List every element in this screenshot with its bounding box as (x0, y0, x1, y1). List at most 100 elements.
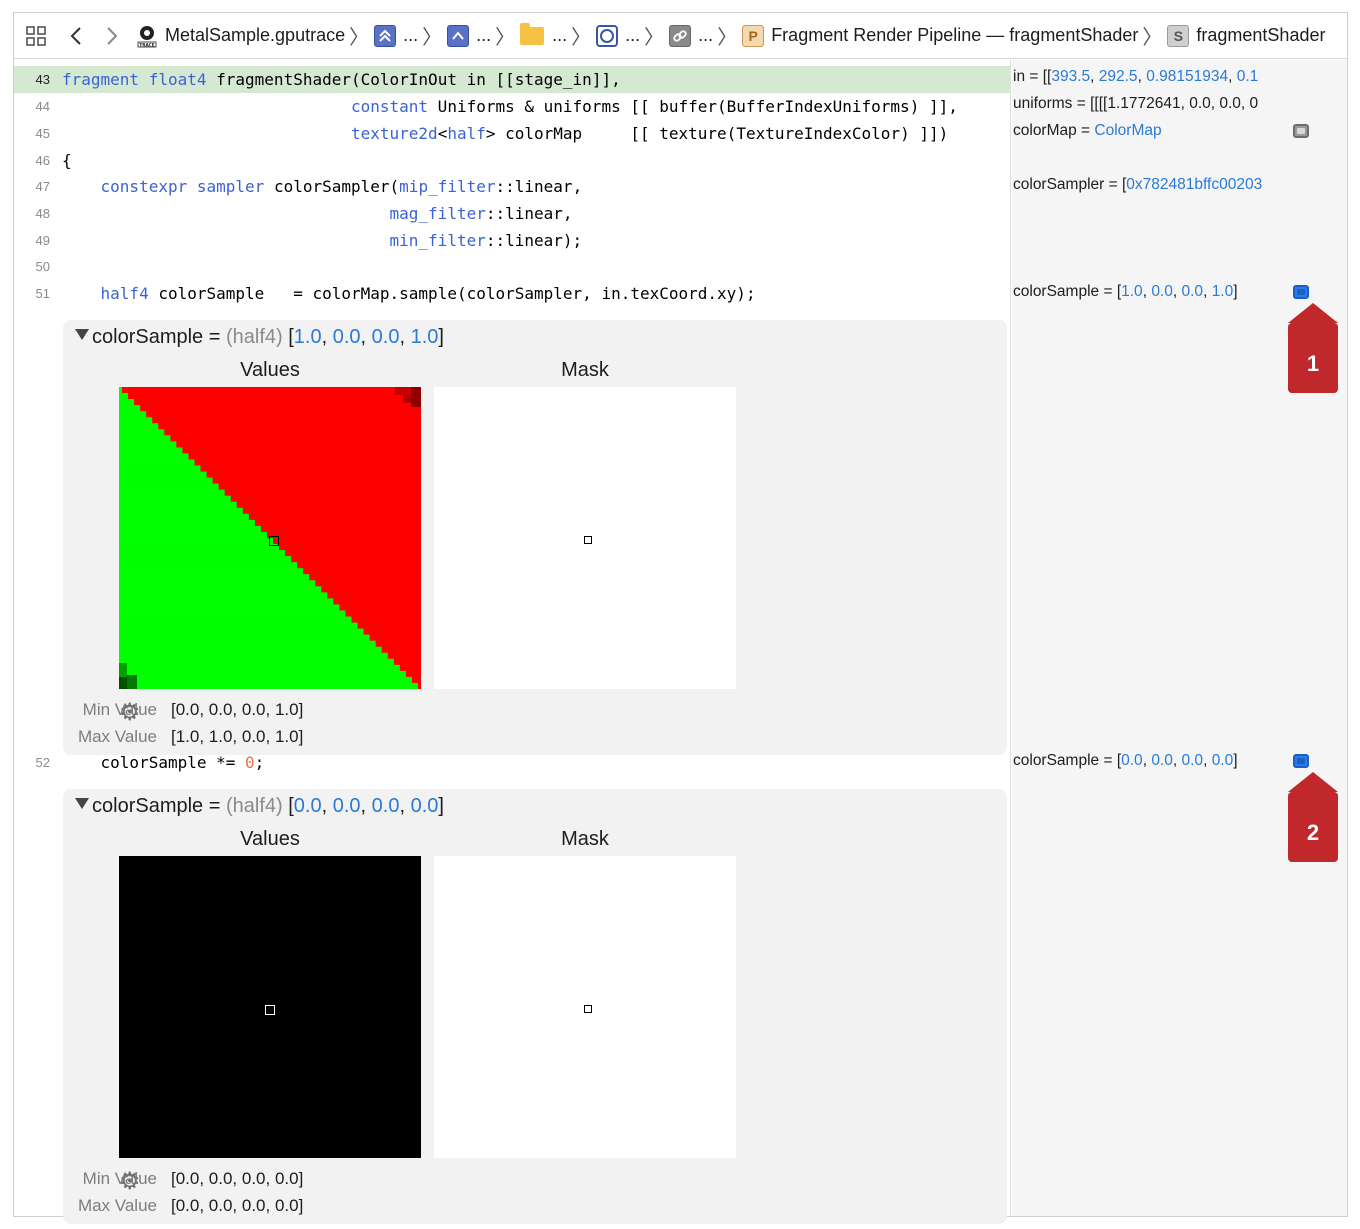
related-items-icon[interactable] (14, 13, 58, 59)
value-separator: , (1090, 68, 1099, 85)
code-keyword: mag_filter (389, 204, 486, 223)
max-value-label: Max Value (77, 727, 157, 746)
code-line-50[interactable]: 50 (14, 253, 1011, 280)
breadcrumb-command-buffer-label: ... (403, 25, 419, 45)
texture-green-step (119, 556, 292, 563)
forward-chevron-icon[interactable] (94, 13, 130, 59)
texture-green-step (119, 592, 328, 599)
code-token: { (62, 151, 72, 170)
folder-icon (520, 22, 545, 45)
code-text[interactable]: mag_filter::linear, (62, 200, 573, 227)
values-texture-preview[interactable] (119, 387, 421, 689)
line-number[interactable]: 44 (14, 93, 50, 120)
line-number[interactable]: 51 (14, 280, 50, 307)
texture-green-step (119, 447, 183, 454)
aside-colorsample-value-1[interactable]: colorSample = [1.0, 0.0, 0.0, 1.0] (1013, 283, 1238, 301)
line-number[interactable]: 52 (14, 749, 50, 776)
breadcrumb-encoder[interactable]: ... 〉 (447, 13, 520, 59)
code-text[interactable]: { (62, 147, 72, 174)
min-value-label: Min Value (82, 700, 157, 719)
variable-values-column: in = [[393.5, 292.5, 0.98151934, 0.1 uni… (1012, 60, 1347, 1216)
texture-green-step (119, 682, 418, 689)
texture-green-step (119, 538, 274, 545)
shader-icon: S (1167, 24, 1190, 47)
code-text[interactable]: half4 colorSample = colorMap.sample(colo… (62, 280, 756, 307)
breadcrumb-separator-icon: 〉 (422, 25, 443, 49)
shader-source-editor[interactable]: 43 fragment float4 fragmentShader(ColorIn… (14, 60, 1011, 1224)
colormap-link[interactable]: ColorMap (1094, 122, 1161, 139)
panel-header[interactable]: colorSample = (half4) [1.0, 0.0, 0.0, 1.… (75, 326, 444, 349)
breadcrumb-shader[interactable]: S fragmentShader (1167, 13, 1325, 59)
disclosure-triangle-icon[interactable] (75, 329, 89, 340)
panel-component-value: 0.0 (410, 795, 439, 817)
code-line-51[interactable]: 51 half4 colorSample = colorMap.sample(c… (14, 280, 1011, 307)
line-number[interactable]: 50 (14, 253, 50, 280)
panel-component-value: 0.0 (293, 795, 322, 817)
code-line-47[interactable]: 47 constexpr sampler colorSampler(mip_fi… (14, 173, 1011, 200)
breadcrumb-pipeline[interactable]: P Fragment Render Pipeline — fragmentSha… (742, 13, 1167, 59)
code-text[interactable]: constexpr sampler colorSampler(mip_filte… (62, 173, 583, 200)
texture-green-step (119, 501, 237, 509)
line-number[interactable]: 43 (14, 66, 50, 93)
line-number[interactable]: 46 (14, 147, 50, 174)
breadcrumb-command-buffer[interactable]: ... 〉 (374, 13, 447, 59)
disclosure-triangle-icon[interactable] (75, 798, 89, 809)
aside-colorsampler-value[interactable]: colorSampler = [0x782481bffc00203 (1013, 176, 1262, 194)
texture-green-step (119, 652, 388, 660)
texture-green-step (119, 640, 376, 648)
code-text[interactable]: fragment float4 fragmentShader(ColorInOu… (62, 66, 621, 93)
line-number[interactable]: 49 (14, 227, 50, 254)
aside-colorsample-value-2[interactable]: colorSample = [0.0, 0.0, 0.0, 0.0] (1013, 752, 1238, 770)
colorsampler-link[interactable]: 0x782481bffc00203 (1126, 176, 1262, 193)
line-number[interactable]: 48 (14, 200, 50, 227)
breadcrumb-file-label: MetalSample.gputrace (165, 25, 346, 45)
panel-var-name: colorSample (92, 326, 204, 348)
aside-in-value[interactable]: in = [[393.5, 292.5, 0.98151934, 0.1 (1013, 68, 1258, 86)
code-text[interactable]: texture2d<half> colorMap [[ texture(Text… (62, 120, 948, 147)
code-text[interactable]: constant Uniforms & uniforms [[ buffer(B… (62, 93, 958, 120)
mask-texture-preview[interactable] (434, 387, 736, 689)
texture-green-step (119, 664, 400, 672)
panel-header[interactable]: colorSample = (half4) [0.0, 0.0, 0.0, 0.… (75, 795, 444, 818)
texture-green-step (119, 580, 316, 587)
mask-texture-preview[interactable] (434, 856, 736, 1158)
code-text[interactable]: min_filter::linear); (62, 227, 583, 254)
texture-green-step (119, 622, 358, 629)
texture-green-step (119, 465, 201, 472)
breadcrumb-separator-icon: 〉 (571, 25, 592, 49)
code-keyword: mip_filter (399, 177, 496, 196)
code-token: ::linear); (485, 231, 583, 250)
code-line-49[interactable]: 49 min_filter::linear); (14, 227, 1011, 254)
code-line-43[interactable]: 43 fragment float4 fragmentShader(ColorIn… (14, 66, 1011, 93)
code-line-46[interactable]: 46 { (14, 147, 1011, 174)
texture-green-step (119, 435, 171, 442)
values-texture-preview[interactable] (119, 856, 421, 1158)
aside-colormap-value[interactable]: colorMap = ColorMap (1013, 122, 1162, 140)
panel-separator: , (321, 326, 333, 348)
line-number[interactable]: 47 (14, 173, 50, 200)
breadcrumb-group[interactable]: ... 〉 (520, 13, 596, 59)
colorsample-preview-toggle-icon[interactable] (1293, 285, 1309, 299)
max-value-label: Max Value (77, 1196, 157, 1215)
pixel-cursor (269, 536, 279, 546)
aside-uniforms-value[interactable]: uniforms = [[[[1.1772641, 0.0, 0.0, 0 (1013, 95, 1258, 113)
back-chevron-icon[interactable] (58, 13, 94, 59)
code-line-45[interactable]: 45 texture2d<half> colorMap [[ texture(T… (14, 120, 1011, 147)
values-column-label: Values (240, 359, 300, 381)
texture-green-step (119, 544, 280, 551)
colorsample-preview-toggle-icon[interactable] (1293, 754, 1309, 768)
line-number[interactable]: 45 (14, 120, 50, 147)
breadcrumb-draw-call[interactable]: ... 〉 (596, 13, 669, 59)
colormap-quicklook-icon[interactable] (1293, 124, 1309, 138)
breadcrumb-group-label: ... (552, 25, 568, 45)
code-line-48[interactable]: 48 mag_filter::linear, (14, 200, 1011, 227)
texture-green-step (119, 495, 231, 503)
code-token: Uniforms & uniforms [[ buffer(BufferInde… (428, 97, 958, 116)
code-line-44[interactable]: 44 constant Uniforms & uniforms [[ buffe… (14, 93, 1011, 120)
breadcrumb-trace-file[interactable]: TRACE MetalSample.gputrace 〉 (136, 13, 374, 59)
breadcrumb-binding[interactable]: ... 〉 (669, 13, 742, 59)
component-value: 292.5 (1098, 68, 1138, 85)
texture-green-step (119, 676, 412, 684)
